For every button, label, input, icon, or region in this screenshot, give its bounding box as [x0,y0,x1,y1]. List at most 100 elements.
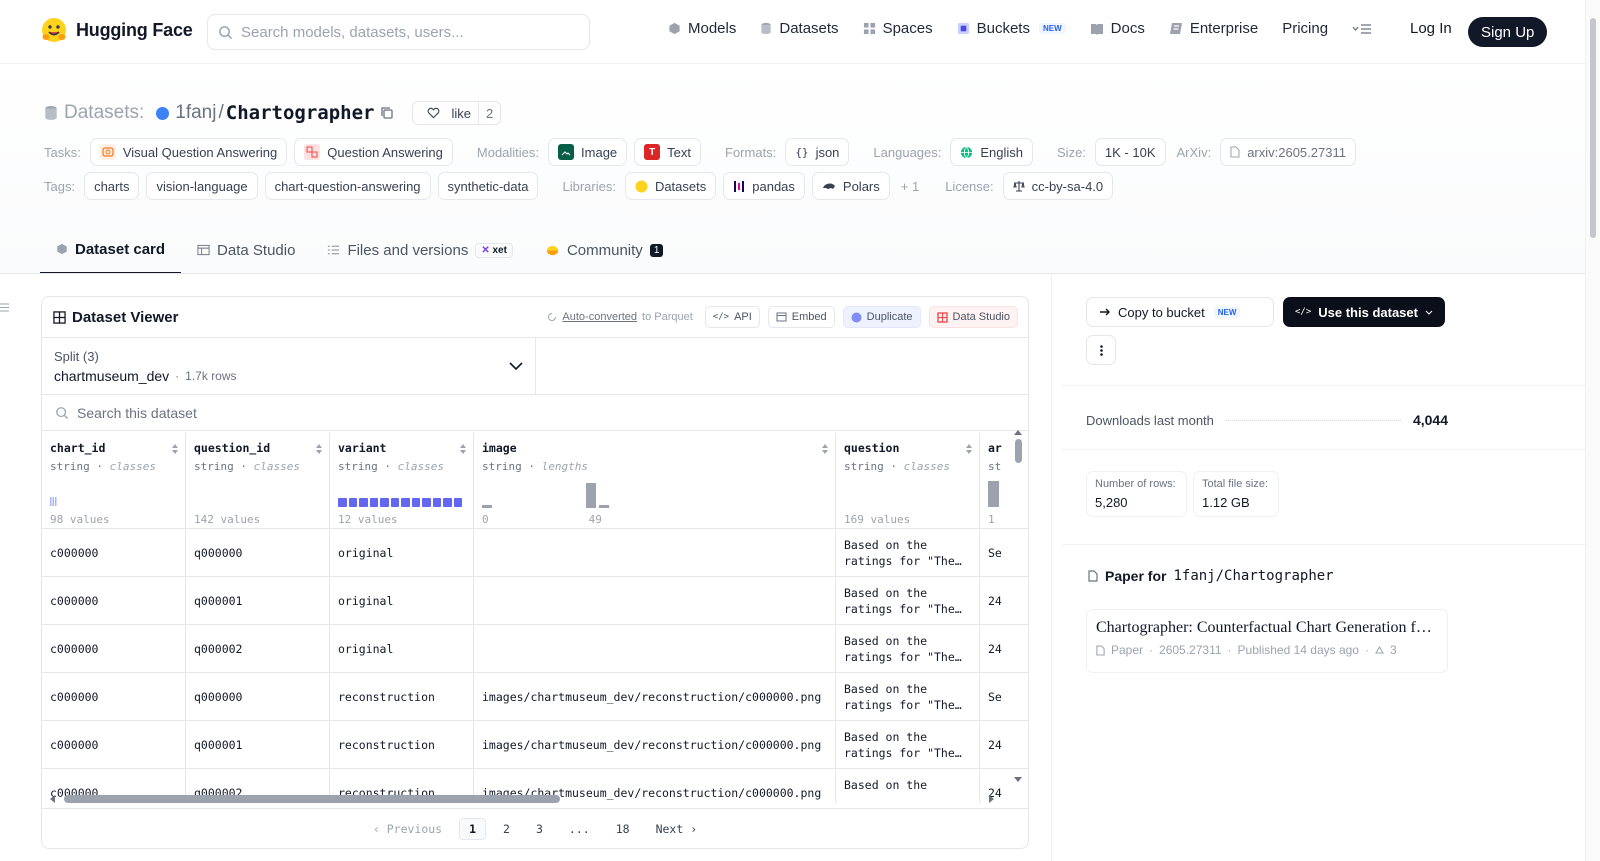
collapse-toc-icon[interactable] [0,303,9,312]
table-cell[interactable]: c000000 [42,577,186,625]
table-cell[interactable]: Based on the ratings for "The… [836,673,980,721]
task-pill[interactable]: Question Answering [294,138,453,166]
table-cell[interactable]: original [330,529,474,577]
sort-icon[interactable] [821,443,829,455]
table-cell[interactable]: c000000 [42,673,186,721]
more-options-button[interactable] [1086,335,1116,365]
table-cell[interactable]: q000000 [186,529,330,577]
nav-datasets[interactable]: Datasets [760,20,839,37]
table-cell[interactable]: Based on the ratings for "The… [836,577,980,625]
datasets-prefix[interactable]: Datasets: [64,102,144,124]
table-cell[interactable]: c000000 [42,625,186,673]
tag-pill[interactable]: vision-language [146,172,258,200]
page-button[interactable]: 2 [494,818,519,840]
nav-models[interactable]: Models [668,20,736,37]
tag-pill[interactable]: synthetic-data [437,172,539,200]
next-page-button[interactable]: Next › [647,818,707,840]
page-button[interactable]: 3 [527,818,552,840]
library-pill[interactable]: Polars [811,172,890,200]
sort-icon[interactable] [315,443,323,455]
task-pill[interactable]: Visual Question Answering [89,138,288,166]
tag-pill[interactable]: chart-question-answering [264,172,431,200]
nav-spaces[interactable]: Spaces [863,20,933,37]
like-button[interactable]: like 2 [412,101,502,125]
nav-pricing[interactable]: Pricing [1282,20,1328,37]
tab-community[interactable]: Community 1 [529,226,679,274]
use-this-dataset-button[interactable]: </> Use this dataset [1283,297,1445,327]
table-cell[interactable]: c000000 [42,529,186,577]
table-cell[interactable]: reconstruction [330,673,474,721]
language-pill[interactable]: English [950,138,1034,166]
table-horizontal-scrollbar[interactable] [50,793,994,805]
split-dropdown[interactable]: Split (3) chartmuseum_dev · 1.7k rows [42,338,536,394]
column-header-variant[interactable]: variant string · classes 12 values [330,433,474,529]
size-pill[interactable]: 1K - 10K [1094,138,1166,166]
table-cell[interactable]: original [330,625,474,673]
table-cell[interactable]: images/chartmuseum_dev/reconstruction/c0… [474,721,836,769]
library-pill[interactable]: pandas [723,172,805,200]
file-size-stat: Total file size: 1.12 GB [1193,471,1279,517]
table-cell[interactable]: Based on the ratings for "The… [836,625,980,673]
logo[interactable]: Hugging Face [40,16,193,44]
modality-pill[interactable]: Image [548,138,628,166]
page-button[interactable]: 1 [459,817,487,840]
license-pill[interactable]: cc-by-sa-4.0 [1002,172,1114,200]
page-scrollbar-thumb[interactable] [1590,18,1596,238]
table-cell[interactable]: q000002 [186,625,330,673]
owner-link[interactable]: 1fanj [175,102,216,124]
more-libraries[interactable]: + 1 [901,179,919,194]
nav-docs[interactable]: Docs [1090,20,1145,37]
format-pill[interactable]: {} json [785,138,850,166]
signup-button[interactable]: Sign Up [1468,17,1548,47]
nav-buckets[interactable]: Buckets NEW [957,20,1066,37]
modality-pill[interactable]: T Text [634,138,702,166]
auto-converted-link[interactable]: Auto-converted [562,311,637,323]
copy-to-bucket-button[interactable]: Copy to bucket NEW [1086,297,1274,327]
sort-icon[interactable] [965,443,973,455]
copy-icon[interactable] [380,106,394,120]
table-cell[interactable]: images/chartmuseum_dev/reconstruction/c0… [474,673,836,721]
column-header-image[interactable]: image string · lengths 0 49 [474,433,836,529]
tab-dataset-card[interactable]: Dataset card [40,226,182,274]
table-cell[interactable]: q000001 [186,721,330,769]
table-cell[interactable] [474,529,836,577]
tab-data-studio[interactable]: Data Studio [181,226,311,274]
table-cell[interactable]: c000000 [42,721,186,769]
column-type: string · lengths [482,460,588,473]
table-cell[interactable]: q000000 [186,673,330,721]
duplicate-button[interactable]: Duplicate [842,306,921,328]
table-cell[interactable] [474,625,836,673]
data-studio-button[interactable]: Data Studio [928,306,1018,328]
page-button[interactable]: 18 [607,818,639,840]
column-header-question-id[interactable]: question_id string · classes 142 values [186,433,330,529]
table-cell[interactable]: reconstruction [330,721,474,769]
paper-card[interactable]: Chartographer: Counterfactual Chart Gene… [1086,609,1448,673]
column-header-chart-id[interactable]: chart_id string · classes 98 values [42,433,186,529]
arxiv-pill[interactable]: arxiv:2605.27311 [1220,138,1356,166]
api-button[interactable]: </> API [704,306,760,328]
global-search-input[interactable]: Search models, datasets, users... [207,14,590,50]
library-pill[interactable]: Datasets [624,172,717,200]
tag-pill[interactable]: charts [84,172,140,200]
table-cell[interactable]: original [330,577,474,625]
table-cell[interactable]: Based on the ratings for "The… [836,529,980,577]
nav-more-menu[interactable] [1352,23,1372,35]
table-cell[interactable] [474,577,836,625]
table-cell[interactable]: q000001 [186,577,330,625]
nav-enterprise[interactable]: Enterprise [1169,20,1258,37]
embed-button[interactable]: Embed [767,306,835,328]
column-header-question[interactable]: question string · classes 169 values [836,433,980,529]
nav-label: Pricing [1282,20,1329,37]
dataset-name[interactable]: Chartographer [226,102,375,124]
sort-icon[interactable] [171,443,179,455]
login-link[interactable]: Log In [1410,20,1452,37]
dataset-search-input[interactable]: Search this dataset [42,395,1028,431]
previous-page-button[interactable]: ‹ Previous [364,818,451,840]
table-cell[interactable]: Based on the ratings for "The… [836,721,980,769]
column-name: chart_id [50,441,106,455]
tab-files-and-versions[interactable]: Files and versions ✕ xet [311,226,529,274]
sort-icon[interactable] [459,443,467,455]
class-segment [432,498,441,507]
more-vertical-icon [1099,344,1103,356]
table-vertical-scrollbar[interactable] [1012,427,1024,785]
